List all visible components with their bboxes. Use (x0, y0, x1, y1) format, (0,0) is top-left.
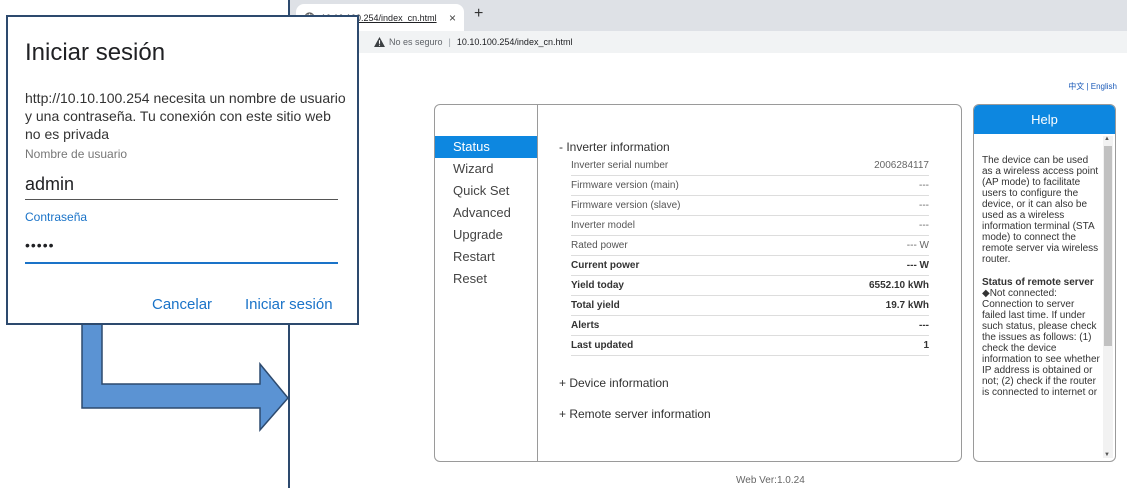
tab-strip: 10.10.100.254/index_cn.html × + (290, 0, 1127, 31)
username-underline (25, 199, 338, 200)
help-remote-text: ◆Not connected: Connection to server fai… (982, 288, 1100, 398)
scrollbar-thumb[interactable] (1104, 146, 1112, 346)
password-field[interactable]: ••••• (25, 237, 55, 253)
table-row: Current power --- W (571, 256, 929, 276)
not-secure-label[interactable]: No es seguro (389, 37, 443, 47)
nav-item-wizard[interactable]: Wizard (435, 158, 537, 180)
table-row: Inverter model --- (571, 216, 929, 236)
help-scrollbar[interactable]: ▲ ▼ (1103, 136, 1113, 458)
nav-item-restart[interactable]: Restart (435, 246, 537, 268)
scroll-down-icon[interactable]: ▼ (1104, 452, 1110, 458)
nav-item-status[interactable]: Status (435, 136, 537, 158)
device-panel: Status Wizard Quick Set Advanced Upgrade… (434, 104, 962, 462)
nav-item-quick-set[interactable]: Quick Set (435, 180, 537, 202)
side-nav: Status Wizard Quick Set Advanced Upgrade… (435, 105, 538, 461)
device-info-toggle[interactable]: + Device information (559, 376, 929, 390)
table-row: Rated power --- W (571, 236, 929, 256)
password-label: Contraseña (25, 210, 88, 224)
nav-item-reset[interactable]: Reset (435, 268, 537, 290)
web-version: Web Ver:1.0.24 (736, 475, 805, 486)
address-separator: | (448, 37, 451, 47)
username-label: Nombre de usuario (25, 147, 128, 161)
browser-window: 10.10.100.254/index_cn.html × + No es se… (288, 0, 1127, 488)
username-field[interactable]: admin (25, 174, 74, 195)
password-underline (25, 262, 338, 264)
help-pane: Help The device can be used as a wireles… (973, 104, 1116, 462)
warning-icon[interactable] (374, 37, 385, 47)
status-content: - Inverter information Inverter serial n… (559, 140, 929, 421)
scroll-up-icon[interactable]: ▲ (1104, 136, 1110, 142)
table-row: Inverter serial number 2006284117 (571, 156, 929, 176)
help-title: Help (974, 105, 1115, 134)
dialog-message: http://10.10.100.254 necesita un nombre … (25, 90, 346, 142)
sign-in-button[interactable]: Iniciar sesión (245, 296, 333, 313)
new-tab-button[interactable]: + (474, 5, 483, 23)
table-row: Total yield 19.7 kWh (571, 296, 929, 316)
help-intro: The device can be used as a wireless acc… (982, 155, 1099, 265)
help-remote-heading: Status of remote server (982, 277, 1094, 288)
remote-server-info-toggle[interactable]: + Remote server information (559, 407, 929, 421)
cancel-button[interactable]: Cancelar (152, 296, 212, 313)
dialog-title: Iniciar sesión (25, 39, 166, 66)
language-links[interactable]: 中文 | English (1068, 81, 1117, 92)
table-row: Firmware version (slave) --- (571, 196, 929, 216)
table-row: Yield today 6552.10 kWh (571, 276, 929, 296)
address-bar[interactable]: No es seguro | 10.10.100.254/index_cn.ht… (290, 31, 1127, 53)
help-text: The device can be used as a wireless acc… (982, 155, 1100, 398)
table-row: Last updated 1 (571, 336, 929, 356)
url-text[interactable]: 10.10.100.254/index_cn.html (457, 37, 573, 47)
table-row: Alerts --- (571, 316, 929, 336)
inverter-section-toggle[interactable]: - Inverter information (559, 140, 929, 154)
table-row: Firmware version (main) --- (571, 176, 929, 196)
close-icon[interactable]: × (449, 11, 456, 25)
nav-item-advanced[interactable]: Advanced (435, 202, 537, 224)
nav-item-upgrade[interactable]: Upgrade (435, 224, 537, 246)
arrow-icon (81, 322, 289, 432)
login-dialog: Iniciar sesión http://10.10.100.254 nece… (6, 15, 359, 325)
